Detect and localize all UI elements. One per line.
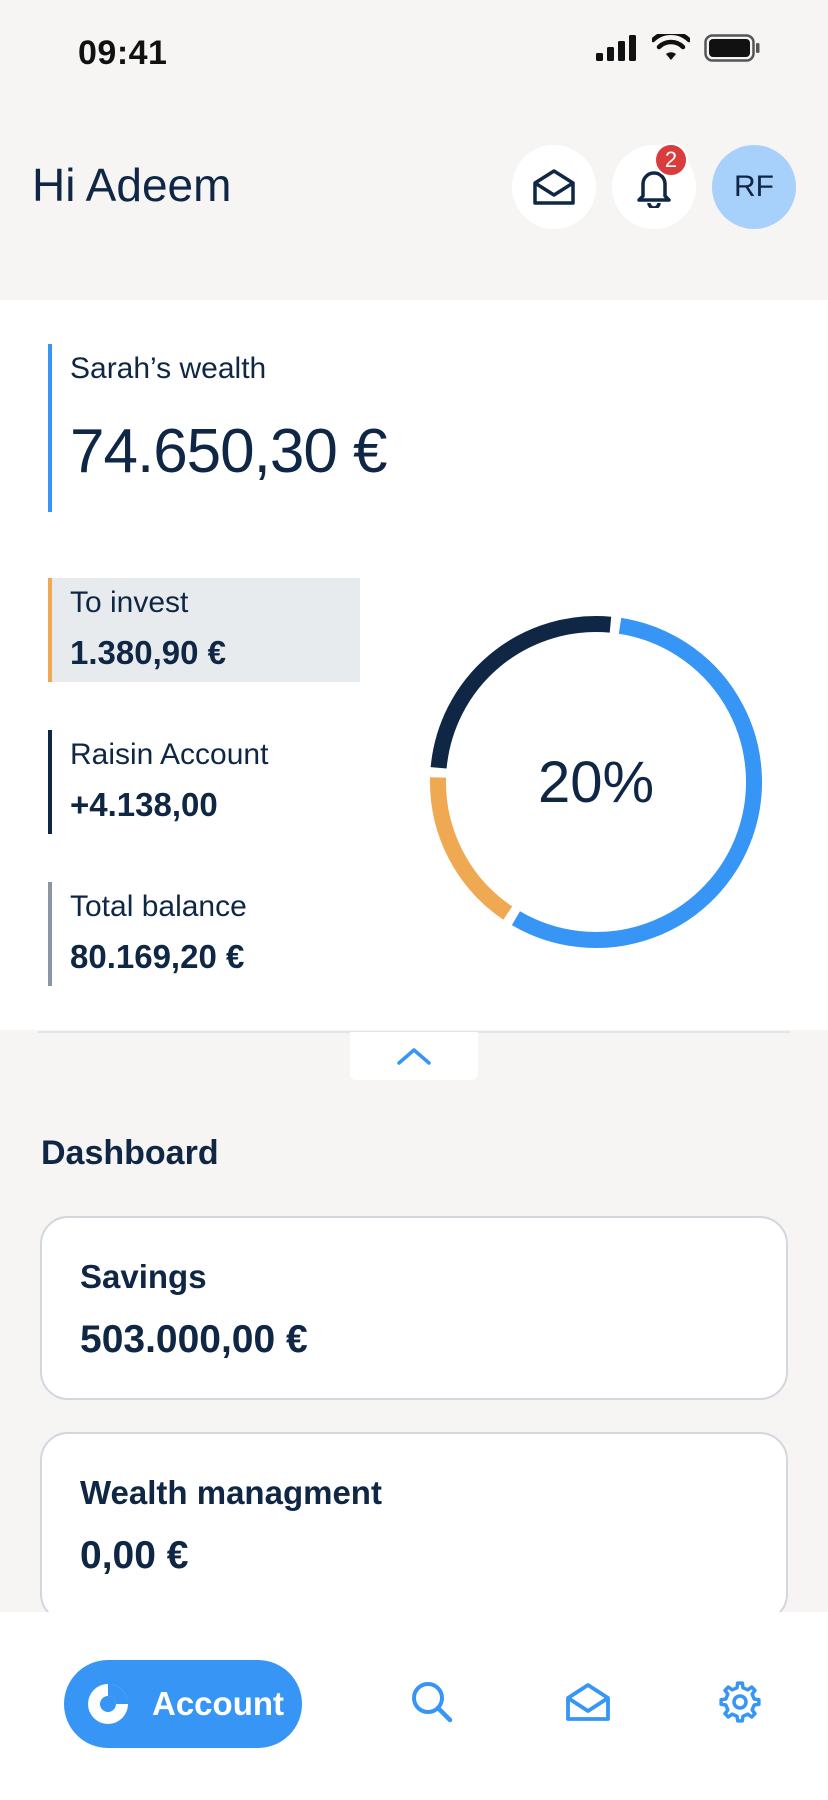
nav-account-button[interactable]: Account — [64, 1660, 302, 1748]
legend-value: 80.169,20 € — [70, 938, 245, 975]
search-icon — [412, 1682, 453, 1723]
nav-inbox-button[interactable] — [564, 1678, 612, 1726]
wealth-card: Sarah’s wealth 74.650,30 € To invest 1.3… — [0, 300, 828, 1080]
nav-settings-button[interactable] — [716, 1678, 764, 1726]
collapse-button[interactable] — [350, 1032, 478, 1080]
nav-account-label: Account — [152, 1685, 284, 1722]
legend-label: To invest — [70, 586, 189, 619]
notification-badge: 2 — [654, 143, 688, 177]
pie-chart-icon — [88, 1683, 129, 1724]
greeting: Hi Adeem — [32, 159, 232, 211]
battery-icon — [704, 34, 760, 62]
header: Hi Adeem 2 RF — [0, 100, 828, 300]
avatar[interactable]: RF — [712, 145, 796, 229]
legend-value: +4.138,00 — [70, 786, 218, 823]
status-bar: 09:41 — [0, 0, 828, 100]
card-label: Savings — [80, 1258, 207, 1295]
wealth-label: Sarah’s wealth — [70, 352, 267, 385]
wealth-management-card[interactable]: Wealth managment 0,00 € — [40, 1432, 788, 1622]
legend-label: Total balance — [70, 890, 247, 923]
wifi-icon — [652, 34, 690, 60]
donut-center-label: 20% — [537, 749, 655, 815]
notifications-button[interactable]: 2 — [612, 143, 696, 229]
status-icons — [596, 34, 760, 62]
inbox-button[interactable] — [512, 145, 596, 229]
card-label: Wealth managment — [80, 1474, 382, 1511]
legend-raisin-account[interactable]: Raisin Account +4.138,00 — [48, 730, 360, 834]
status-time: 09:41 — [78, 34, 168, 72]
wealth-amount: 74.650,30 € — [70, 417, 388, 486]
gear-icon — [719, 1681, 761, 1723]
chevron-up-icon — [397, 1048, 431, 1065]
envelope-open-icon — [566, 1683, 610, 1721]
nav-search-button[interactable] — [408, 1678, 456, 1726]
legend-value: 1.380,90 € — [70, 634, 226, 671]
envelope-open-icon — [533, 169, 575, 205]
legend-label: Raisin Account — [70, 738, 269, 771]
wealth-summary: Sarah’s wealth 74.650,30 € — [48, 344, 388, 512]
legend-to-invest[interactable]: To invest 1.380,90 € — [48, 578, 360, 682]
card-value: 503.000,00 € — [80, 1318, 308, 1361]
savings-card[interactable]: Savings 503.000,00 € — [40, 1216, 788, 1400]
bottom-nav: Account — [0, 1612, 828, 1800]
dashboard-title: Dashboard — [41, 1134, 219, 1172]
card-value: 0,00 € — [80, 1534, 189, 1577]
signal-icon — [596, 35, 636, 61]
legend-total-balance[interactable]: Total balance 80.169,20 € — [48, 882, 360, 986]
